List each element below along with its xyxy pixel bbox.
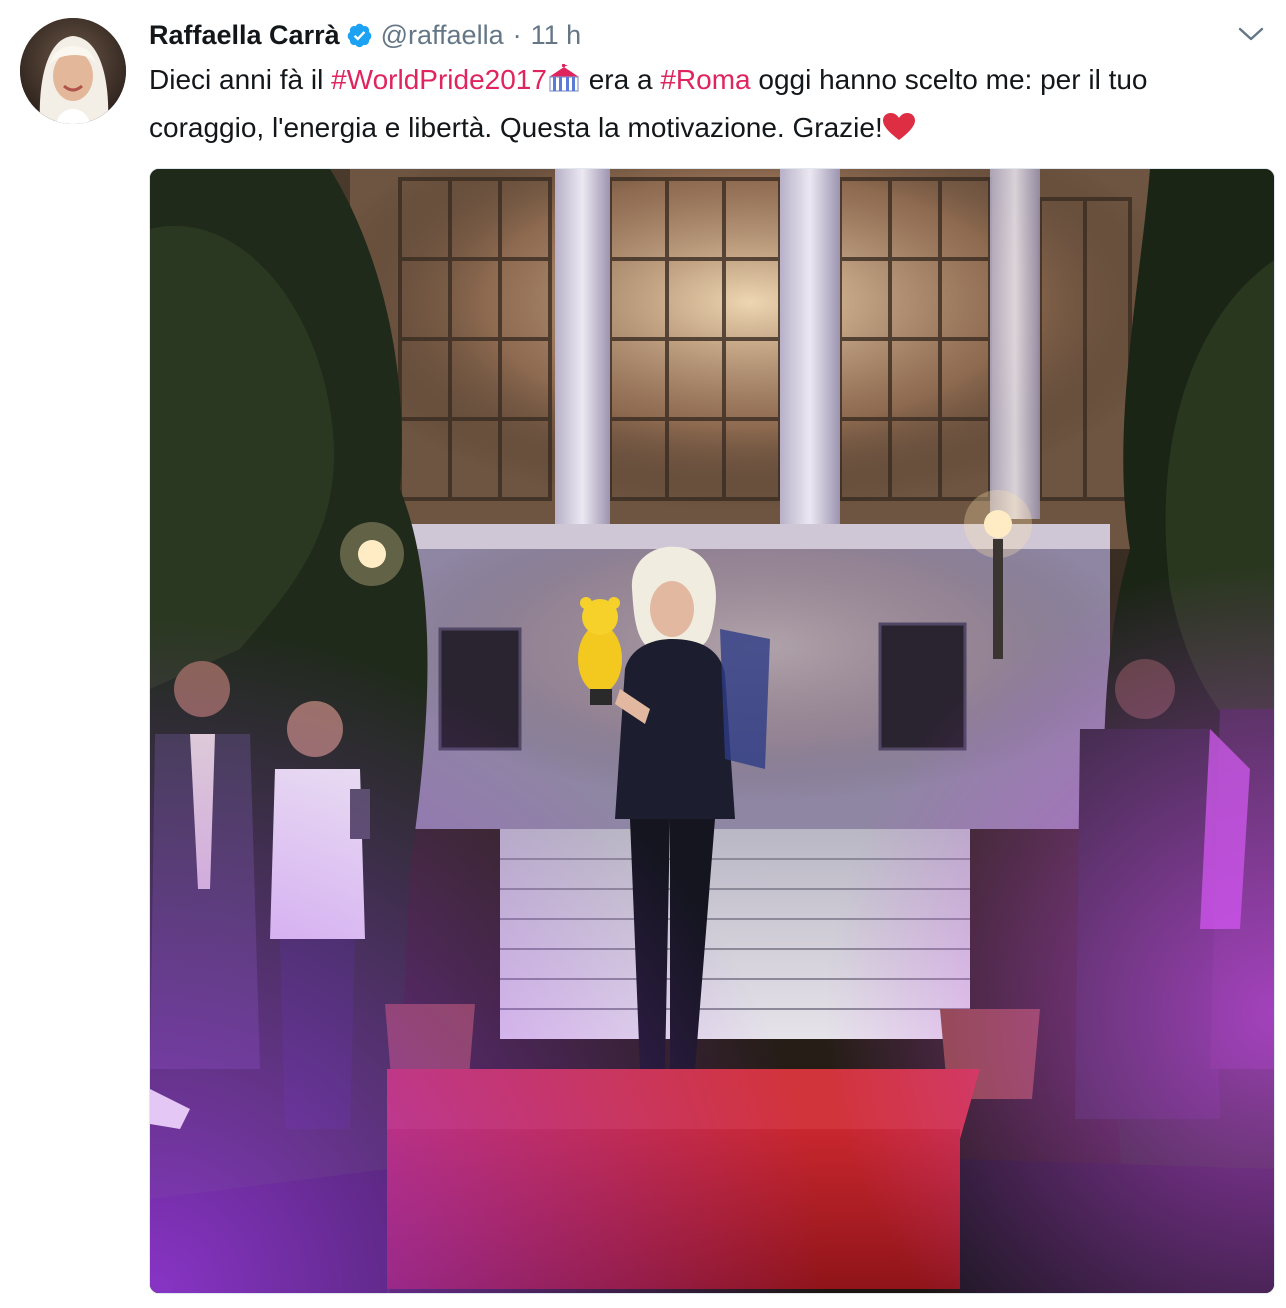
hashtag-worldpride2017[interactable]: #WorldPride2017 <box>331 64 547 95</box>
chevron-down-icon[interactable] <box>1236 22 1266 46</box>
tweet-text-part: era a <box>580 64 661 95</box>
verified-badge-icon <box>346 22 373 49</box>
hashtag-roma[interactable]: #Roma <box>660 64 750 95</box>
event-photo[interactable] <box>149 168 1275 1294</box>
timestamp[interactable]: 11 h <box>531 20 582 51</box>
circus-tent-emoji <box>547 62 581 106</box>
screen-name[interactable]: @raffaella <box>381 20 504 51</box>
display-name[interactable]: Raffaella Carrà <box>149 20 340 51</box>
separator: · <box>512 19 522 50</box>
red-heart-emoji <box>882 110 915 154</box>
avatar[interactable] <box>20 18 126 124</box>
tweet-text: Dieci anni fà il #WorldPride2017 era a #… <box>149 58 1259 154</box>
tweet[interactable]: Raffaella Carrà @raffaella · 11 h Dieci … <box>0 0 1286 1308</box>
tweet-text-part: Dieci anni fà il <box>149 64 332 95</box>
tweet-header: Raffaella Carrà @raffaella · 11 h <box>149 17 581 53</box>
